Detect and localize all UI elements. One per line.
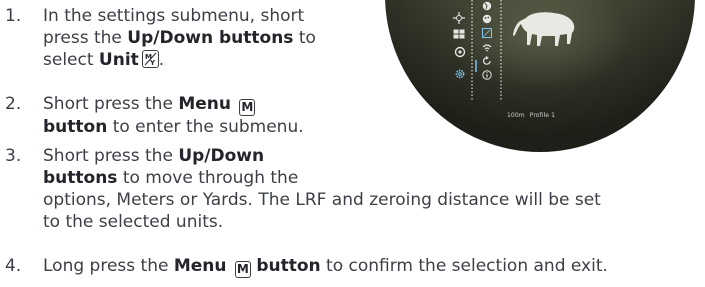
info-icon — [481, 69, 493, 81]
step-number: 2. — [5, 94, 22, 114]
scope-view-image: 100m Profile 1 — [370, 0, 705, 160]
period: . — [158, 50, 165, 70]
step-line: select Unit M Y. — [43, 50, 165, 70]
step-line: Long press the Menu M button to confirm … — [43, 256, 608, 278]
step-line: button to enter the submenu. — [43, 117, 304, 137]
bold-term: Unit — [98, 50, 139, 70]
step-line: press the Up/Down buttons to — [43, 28, 316, 48]
step-text: Short press the Menu M button to enter t… — [43, 93, 304, 138]
menu-key-icon: M — [239, 99, 256, 116]
step-text: In the settings submenu, short press the… — [43, 5, 316, 71]
bold-term: Up/Down — [178, 146, 265, 166]
unit-meters-yards-icon: MY — [141, 50, 159, 68]
crosshair-icon — [453, 12, 465, 24]
step-line: In the settings submenu, short — [43, 6, 305, 26]
globe-icon — [481, 0, 493, 12]
unit-icon — [481, 27, 493, 39]
profile-readout: Profile 1 — [529, 112, 555, 119]
step-text: Long press the Menu M button to confirm … — [43, 255, 608, 278]
step-line: to the selected units. — [43, 212, 224, 232]
bold-term: Up/Down buttons — [127, 28, 294, 48]
bold-term: buttons — [43, 168, 118, 188]
bold-term: Menu — [173, 256, 227, 276]
reset-icon — [481, 55, 493, 67]
step-line: buttons to move through the — [43, 168, 299, 188]
distance-readout: 100m — [507, 112, 525, 119]
grid-icon — [453, 28, 465, 40]
bold-term: button — [256, 256, 321, 276]
step-line: Short press the Menu M — [43, 93, 304, 116]
palette-icon — [481, 13, 493, 25]
bold-term: button — [43, 117, 108, 137]
menu-key-icon: M — [234, 261, 251, 278]
step-number: 4. — [5, 256, 22, 276]
step-number: 3. — [5, 146, 22, 166]
settings-gear-icon — [454, 68, 466, 80]
step-line: options, Meters or Yards. The LRF and ze… — [43, 190, 601, 210]
bold-term: Menu — [178, 94, 231, 114]
target-icon — [454, 46, 466, 58]
thermal-lens-view — [385, 0, 695, 152]
scope-status-bar: 100m Profile 1 — [507, 112, 555, 120]
wifi-icon — [481, 41, 493, 53]
svg-text:Y: Y — [149, 59, 156, 66]
step-number: 1. — [5, 6, 22, 26]
